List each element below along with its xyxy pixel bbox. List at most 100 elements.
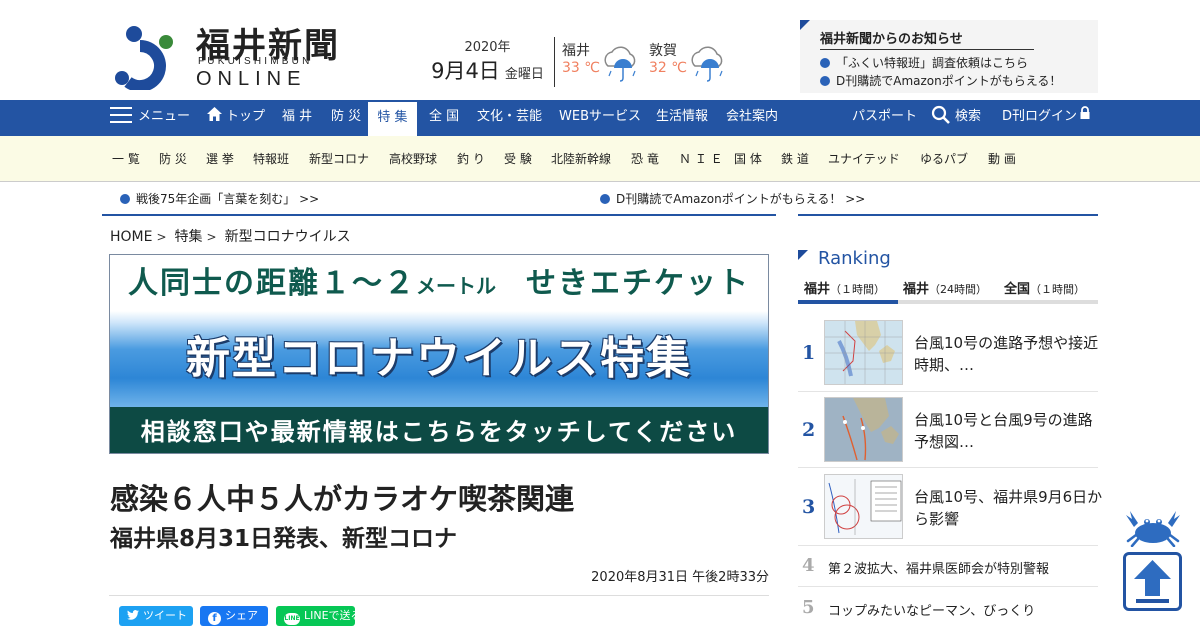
lock-icon — [1080, 106, 1090, 119]
subnav-item[interactable]: 特報班 — [253, 136, 289, 182]
nav-item-seikatsu[interactable]: 生活情報 — [656, 100, 708, 136]
nav-item-top[interactable]: トップ — [206, 100, 265, 136]
ranking-number: 3 — [802, 496, 816, 518]
menu-label: メニュー — [138, 109, 191, 124]
ranking-tab-name: 全国 — [1004, 282, 1031, 297]
subnav-item[interactable]: 釣 り — [457, 136, 485, 182]
notice-link-text: 「ふくい特報班」調査依頼はこちら — [836, 56, 1029, 70]
cloud-rain-icon — [691, 46, 723, 82]
sub-nav: 一 覧防 災選 挙特報班 新型コロナ 高校野球釣 り受 験北陸新幹線恐 竜 Ｎ Ｉ Ｅ… — [0, 136, 1200, 182]
notice-box: 福井新聞からのお知らせ 「ふくい特報班」調査依頼はこちら D刊購読でAmazon… — [800, 20, 1098, 93]
breadcrumb-current: 新型コロナウイルス — [224, 229, 351, 245]
ranking-tab-period: （24時間） — [929, 283, 988, 296]
article-subhead: 福井県8月31日発表、新型コロナ — [110, 526, 458, 552]
back-to-top-button[interactable] — [1123, 552, 1182, 611]
ranking-tab-period: （１時間） — [830, 283, 886, 296]
subnav-item[interactable]: Ｎ Ｉ Ｅ — [679, 136, 723, 182]
weather-tsuruga[interactable]: 敦賀 32 ℃ — [649, 40, 739, 90]
corona-feature-banner[interactable]: 人同士の距離１～２メートル せきエチケット 新型コロナウイルス特集 相談窓口や最新… — [109, 254, 769, 454]
ranking-thumbnail — [824, 320, 903, 385]
banner-main-text: 新型コロナウイルス特集 — [186, 333, 692, 384]
subnav-item[interactable]: 北陸新幹線 — [551, 136, 611, 182]
subnav-item[interactable]: 動 画 — [988, 136, 1016, 182]
logo-online: ONLINE — [196, 68, 307, 90]
subnav-item[interactable]: ゆるパブ — [920, 136, 968, 182]
nav-item-zenkoku[interactable]: 全 国 — [429, 100, 459, 136]
passport-link[interactable]: パスポート — [852, 100, 917, 136]
subnav-item[interactable]: 一 覧 — [112, 136, 140, 182]
ranking-item[interactable]: 5 コップみたいなピーマン、びっくり — [798, 597, 1108, 621]
logo-mark-icon — [115, 26, 173, 90]
line-icon: LINE — [284, 613, 300, 625]
ranking-headline: コップみたいなピーマン、びっくり — [828, 604, 1036, 619]
notice-link[interactable]: 「ふくい特報班」調査依頼はこちら — [820, 54, 1028, 71]
date-weekday: 金曜日 — [504, 67, 544, 82]
ranking-title: Ranking — [818, 248, 891, 269]
subnav-item[interactable]: 新型コロナ — [309, 136, 369, 182]
arrow-up-icon — [1134, 560, 1171, 603]
breadcrumb-home[interactable]: HOME — [110, 229, 152, 245]
subnav-item[interactable]: 防 災 — [159, 136, 187, 182]
nav-item-company[interactable]: 会社案内 — [726, 100, 778, 136]
subnav-item[interactable]: ユナイテッド — [828, 136, 900, 182]
logo-subtitle: FUKUISHIMBUN — [198, 56, 313, 67]
banner-top-unit: メートル — [416, 274, 496, 298]
banner-bottom: 相談窓口や最新情報はこちらをタッチしてください — [110, 407, 768, 453]
ranking-divider — [798, 545, 1098, 546]
subnav-item[interactable]: 選 挙 — [206, 136, 234, 182]
ranking-headline: 台風10号の進路予想や接近時期、… — [914, 334, 1099, 374]
crab-mascot-icon — [1126, 511, 1180, 547]
subnav-item[interactable]: 受 験 — [504, 136, 532, 182]
corner-mark-icon — [798, 250, 808, 260]
ranking-tab-period: （１時間） — [1030, 283, 1086, 296]
breadcrumb-tokushu[interactable]: 特集 — [175, 229, 203, 245]
subnav-item[interactable]: 恐 竜 — [631, 136, 659, 182]
ranking-item[interactable]: 2 台風10号と台風9号の進路予想図… — [798, 397, 1108, 463]
nav-item-tokushu[interactable]: 特 集 — [368, 102, 417, 136]
date-day: 9月4日 — [431, 59, 500, 83]
site-logo[interactable]: 福井新聞 FUKUISHIMBUN ONLINE — [110, 18, 360, 92]
nav-item-bunka[interactable]: 文化・芸能 — [477, 100, 542, 136]
notice-link[interactable]: D刊購読でAmazonポイントがもらえる！ — [820, 72, 1061, 89]
ranking-tab-name: 福井 — [903, 282, 930, 297]
nav-item-fukui[interactable]: 福 井 — [282, 100, 312, 136]
weather-temp: 32 ℃ — [649, 60, 687, 76]
search-button[interactable]: 検索 — [931, 100, 981, 136]
ranking-tab-indicator — [798, 300, 898, 304]
ranking-divider — [798, 467, 1098, 468]
ranking-item[interactable]: 1 台風10号の進路予想や接近時期、… — [798, 320, 1108, 386]
ranking-item[interactable]: 3 台風10号、福井県9月6日から影響 — [798, 474, 1108, 540]
weather-fukui[interactable]: 福井 33 ℃ — [562, 40, 652, 90]
notice-link-text: D刊購読でAmazonポイントがもらえる！ — [836, 74, 1062, 88]
ranking-headline: 台風10号と台風9号の進路予想図… — [914, 411, 1093, 451]
banner-top-b: せきエチケット — [526, 266, 750, 301]
subnav-item[interactable]: 高校野球 — [389, 136, 437, 182]
ranking-number: 4 — [802, 555, 815, 576]
subnav-item[interactable]: 国 体 — [734, 136, 762, 182]
content-divider — [102, 214, 776, 216]
search-label: 検索 — [955, 109, 982, 124]
ticker-link[interactable]: D刊購読でAmazonポイントがもらえる！ >> — [600, 190, 865, 207]
ranking-headline: 台風10号、福井県9月6日から影響 — [914, 488, 1103, 528]
line-share-button[interactable]: LINE LINEで送る — [276, 606, 362, 626]
ranking-number: 2 — [802, 419, 816, 441]
hamburger-icon — [110, 107, 132, 123]
subnav-item[interactable]: 鉄 道 — [781, 136, 809, 182]
twitter-share-button[interactable]: ツイート — [119, 606, 193, 626]
ranking-divider — [798, 391, 1098, 392]
nav-item-label: トップ — [226, 109, 266, 124]
corner-mark-icon — [800, 20, 810, 30]
ranking-item[interactable]: 4 第２波拡大、福井県医師会が特別警報 — [798, 555, 1108, 579]
typhoon-map-image — [825, 398, 902, 461]
site-header: 福井新聞 FUKUISHIMBUN ONLINE 2020年 9月4日 金曜日 … — [0, 0, 1200, 100]
today-date: 2020年 9月4日 金曜日 — [425, 36, 550, 85]
menu-button[interactable]: メニュー — [110, 100, 190, 136]
ticker-link[interactable]: 戦後75年企画「言葉を刻む」 >> — [120, 190, 319, 207]
nav-item-bousai[interactable]: 防 災 — [331, 100, 361, 136]
twitter-share-label: ツイート — [143, 609, 187, 622]
login-button[interactable]: D刊ログイン — [1002, 100, 1091, 136]
facebook-share-button[interactable]: f シェア — [200, 606, 268, 626]
nav-item-web-service[interactable]: WEBサービス — [559, 100, 641, 136]
ranking-number: 1 — [802, 342, 816, 364]
home-icon — [207, 107, 222, 121]
